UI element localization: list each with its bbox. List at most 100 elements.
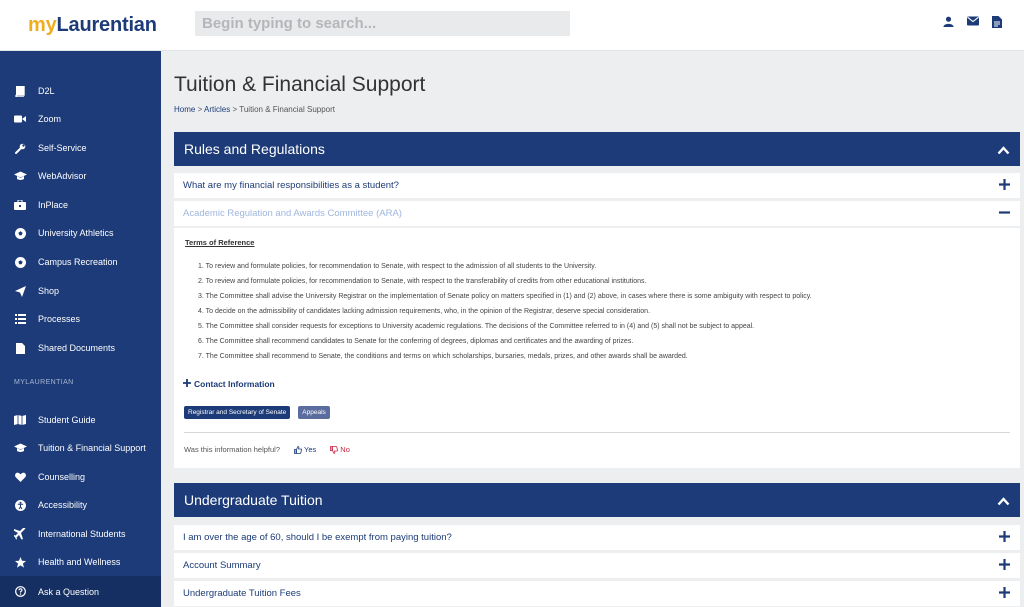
rules-panel-header[interactable]: Rules and Regulations	[174, 132, 1020, 166]
helpful-question: Was this information helpful?	[184, 445, 281, 454]
terms-of-reference-heading: Terms of Reference	[185, 238, 255, 247]
sidebar-item-label: WebAdvisor	[38, 171, 87, 181]
sidebar-item-accessibility[interactable]: Accessibility	[0, 491, 161, 519]
plane-icon	[13, 527, 27, 541]
sidebar-item-webadvisor[interactable]: WebAdvisor	[0, 162, 161, 190]
sidebar-item-shared-documents[interactable]: Shared Documents	[0, 334, 161, 362]
plus-icon[interactable]	[999, 179, 1010, 193]
plus-icon[interactable]	[999, 531, 1010, 545]
briefcase-icon	[13, 198, 27, 212]
chevron-up-icon[interactable]	[997, 142, 1010, 158]
sidebar-item-label: Zoom	[38, 114, 62, 124]
sidebar-item-label: Accessibility	[38, 500, 88, 510]
sidebar-item-label: Tuition & Financial Support	[38, 443, 146, 453]
thumbs-down-icon	[330, 445, 339, 454]
plus-icon[interactable]	[999, 559, 1010, 573]
sidebar-item-shop[interactable]: Shop	[0, 277, 161, 305]
helpful-feedback: Was this information helpful? Yes No	[184, 445, 350, 454]
envelope-icon[interactable]	[967, 16, 979, 28]
main-content: Tuition & Financial Support Home > Artic…	[161, 51, 1024, 607]
sidebar-item-label: Student Guide	[38, 415, 96, 425]
accordion-row-account-summary[interactable]: Account Summary	[174, 553, 1020, 578]
top-icons	[943, 16, 1002, 28]
sidebar-item-label: Self-Service	[38, 143, 87, 153]
search-input[interactable]	[195, 11, 570, 36]
sidebar-item-zoom[interactable]: Zoom	[0, 105, 161, 133]
panel-title: Rules and Regulations	[184, 141, 325, 157]
star-icon	[13, 555, 27, 569]
accordion-row-over-60[interactable]: I am over the age of 60, should I be exe…	[174, 525, 1020, 550]
plus-icon[interactable]	[999, 587, 1010, 601]
no-button[interactable]: No	[330, 445, 350, 454]
logo-my: my	[28, 14, 57, 36]
sidebar-item-label: Campus Recreation	[38, 257, 118, 267]
accordion-body-ara: Terms of Reference 1. To review and form…	[174, 228, 1020, 468]
sidebar-item-label: University Athletics	[38, 228, 114, 238]
top-bar: myLaurentian	[0, 0, 1024, 51]
sidebar-item-tuition-financial-support[interactable]: Tuition & Financial Support	[0, 434, 161, 462]
yes-label: Yes	[304, 445, 317, 454]
list-item: 1. To review and formulate policies, for…	[198, 263, 597, 270]
accordion-row-label: I am over the age of 60, should I be exe…	[183, 532, 452, 543]
sidebar-item-counselling[interactable]: Counselling	[0, 463, 161, 491]
yes-button[interactable]: Yes	[294, 445, 316, 454]
sidebar-item-label: InPlace	[38, 200, 69, 210]
tag-registrar[interactable]: Registrar and Secretary of Senate	[184, 406, 291, 419]
tag-appeals[interactable]: Appeals	[298, 406, 330, 419]
plus-icon	[183, 379, 191, 389]
divider	[184, 432, 1010, 433]
list-item: 2. To review and formulate policies, for…	[198, 278, 647, 285]
sidebar-item-d2l[interactable]: D2L	[0, 77, 161, 105]
list-icon	[13, 312, 27, 326]
no-label: No	[340, 445, 350, 454]
graduation-cap-icon	[13, 169, 27, 183]
tuition-panel-header[interactable]: Undergraduate Tuition	[174, 483, 1020, 517]
terms-of-reference-list: 1. To review and formulate policies, for…	[198, 261, 812, 366]
sidebar-item-university-athletics[interactable]: University Athletics	[0, 219, 161, 247]
sidebar-item-label: Health and Wellness	[38, 557, 121, 567]
sidebar-item-label: International Students	[38, 529, 126, 539]
breadcrumb-separator: >	[195, 105, 205, 114]
sidebar-item-label: Ask a Question	[38, 586, 100, 597]
breadcrumb-separator: >	[230, 105, 240, 114]
sidebar-item-student-guide[interactable]: Student Guide	[0, 406, 161, 434]
sidebar-item-label: Shop	[38, 286, 60, 296]
breadcrumb-home[interactable]: Home	[174, 105, 195, 114]
sidebar-item-label: D2L	[38, 86, 55, 96]
paper-plane-icon	[13, 284, 27, 298]
accordion-row-ara[interactable]: Academic Regulation and Awards Committee…	[174, 201, 1020, 226]
sidebar-item-inplace[interactable]: InPlace	[0, 191, 161, 219]
sidebar-item-processes[interactable]: Processes	[0, 305, 161, 333]
sidebar-item-ask-question[interactable]: Ask a Question	[0, 576, 161, 607]
sidebar-item-campus-recreation[interactable]: Campus Recreation	[0, 248, 161, 276]
breadcrumb: Home > Articles > Tuition & Financial Su…	[174, 105, 335, 114]
contact-information-label: Contact Information	[194, 379, 275, 389]
book-icon	[13, 84, 27, 98]
sidebar-item-health-wellness[interactable]: Health and Wellness	[0, 548, 161, 576]
minus-icon[interactable]	[999, 207, 1010, 221]
soccer-ball-icon	[13, 226, 27, 240]
logo-laurentian: Laurentian	[56, 14, 157, 36]
list-item: 4. To decide on the admissibility of can…	[198, 308, 651, 315]
accordion-row-tuition-fees[interactable]: Undergraduate Tuition Fees	[174, 581, 1020, 606]
breadcrumb-articles[interactable]: Articles	[204, 105, 230, 114]
list-item: 5. The Committee shall consider requests…	[198, 323, 755, 330]
mylaurentian-logo[interactable]: myLaurentian	[28, 14, 157, 37]
sidebar-item-international-students[interactable]: International Students	[0, 520, 161, 548]
document-icon[interactable]	[992, 16, 1002, 28]
accordion-row-financial-responsibilities[interactable]: What are my financial responsibilities a…	[174, 173, 1020, 198]
soccer-ball-icon	[13, 255, 27, 269]
accessibility-icon	[13, 498, 27, 512]
chevron-up-icon[interactable]	[997, 493, 1010, 509]
page-title: Tuition & Financial Support	[174, 73, 426, 96]
sidebar-item-self-service[interactable]: Self-Service	[0, 134, 161, 162]
sidebar-item-label: Processes	[38, 314, 81, 324]
user-icon[interactable]	[943, 16, 954, 28]
graduation-cap-icon	[13, 441, 27, 455]
breadcrumb-current: Tuition & Financial Support	[239, 105, 336, 114]
panel-title: Undergraduate Tuition	[184, 492, 323, 508]
wrench-icon	[13, 141, 27, 155]
accordion-row-label: Account Summary	[183, 560, 261, 571]
contact-information-toggle[interactable]: Contact Information	[183, 379, 275, 389]
accordion-row-label: What are my financial responsibilities a…	[183, 180, 399, 191]
